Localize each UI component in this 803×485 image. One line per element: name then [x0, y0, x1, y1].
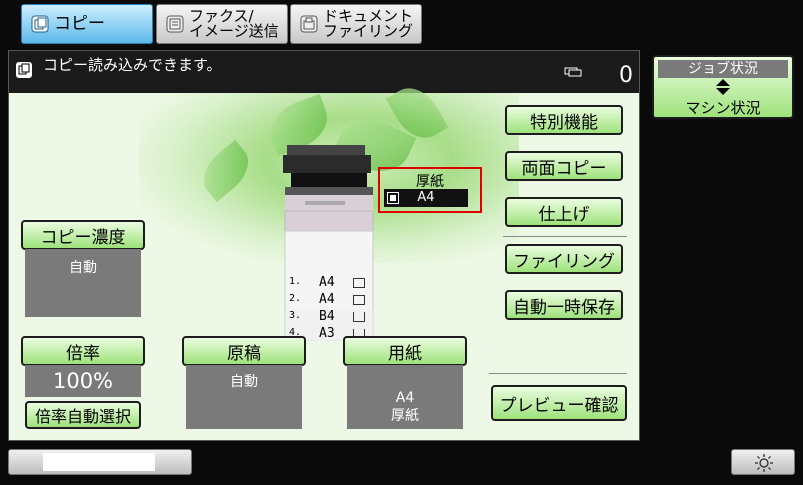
tray-3[interactable]: 3. B4 [285, 309, 371, 325]
copy-ratio-value[interactable]: 100% [25, 365, 141, 397]
auto-ratio-button[interactable]: 倍率自動選択 [25, 401, 141, 429]
fax-icon [166, 15, 184, 33]
filing-button[interactable]: ファイリング [505, 244, 623, 274]
preview-button[interactable]: プレビュー確認 [491, 385, 627, 421]
paper-type: 厚紙 [391, 408, 419, 424]
job-count: 0 [619, 63, 633, 88]
swap-arrow-icon [716, 79, 730, 95]
tab-fax-image-send[interactable]: ファクス/ イメージ送信 [156, 4, 288, 44]
finishing-button[interactable]: 仕上げ [505, 197, 623, 227]
paper-size: A4 [395, 390, 415, 406]
original-button[interactable]: 原稿 [182, 336, 306, 366]
bypass-tray-icon [387, 192, 399, 204]
brightness-button[interactable] [731, 449, 795, 475]
job-queue-icon [564, 67, 582, 77]
tray-2[interactable]: 2. A4 [285, 292, 371, 308]
tab-filing-label: ドキュメント ファイリング [323, 7, 414, 40]
job-status-label: ジョブ状況 [658, 60, 788, 78]
auto-temp-store-button[interactable]: 自動一時保存 [505, 290, 623, 320]
exposure-button[interactable]: コピー濃度 [21, 220, 145, 250]
bypass-paper-size-selected: A4 [384, 189, 468, 207]
tab-copy[interactable]: コピー [21, 4, 153, 44]
copy-main-panel: コピー読み込みできます。 0 1. A4 2. A4 3. B4 4. A3 厚… [8, 50, 640, 441]
status-message: コピー読み込みできます。 [43, 56, 222, 74]
bypass-tray-selection[interactable]: 厚紙 A4 [378, 167, 482, 213]
tray-empty-icon [353, 312, 365, 322]
paper-select-button[interactable]: 用紙 [343, 336, 467, 366]
divider [489, 373, 627, 374]
duplex-copy-button[interactable]: 両面コピー [505, 151, 623, 181]
machine-status-label: マシン状況 [685, 99, 761, 117]
exposure-value[interactable]: 自動 [25, 249, 141, 317]
filing-icon [300, 15, 318, 33]
divider [503, 236, 627, 237]
tab-fax-label: ファクス/ イメージ送信 [189, 7, 279, 40]
copy-screen: コピー ファクス/ イメージ送信 ドキュメント ファイリング コピー読み込みでき… [0, 0, 803, 485]
tray-1[interactable]: 1. A4 [285, 275, 371, 291]
sun-icon [755, 454, 773, 472]
copy-status-icon [16, 62, 32, 78]
special-modes-button[interactable]: 特別機能 [505, 105, 623, 135]
tab-document-filing[interactable]: ドキュメント ファイリング [290, 4, 422, 44]
original-value[interactable]: 自動 [186, 365, 302, 429]
bypass-paper-type: 厚紙 [416, 174, 444, 190]
status-progress-bar [8, 449, 192, 475]
tab-copy-label: コピー [54, 13, 105, 34]
status-bar: コピー読み込みできます。 0 [9, 51, 639, 93]
copy-icon [31, 15, 49, 33]
progress-slot [43, 453, 155, 471]
tray-paper-icon [353, 295, 365, 305]
job-status-button[interactable]: ジョブ状況 マシン状況 [652, 55, 794, 119]
copy-ratio-button[interactable]: 倍率 [21, 336, 145, 366]
paper-value[interactable]: A4 厚紙 [347, 365, 463, 429]
tray-paper-icon [353, 278, 365, 288]
